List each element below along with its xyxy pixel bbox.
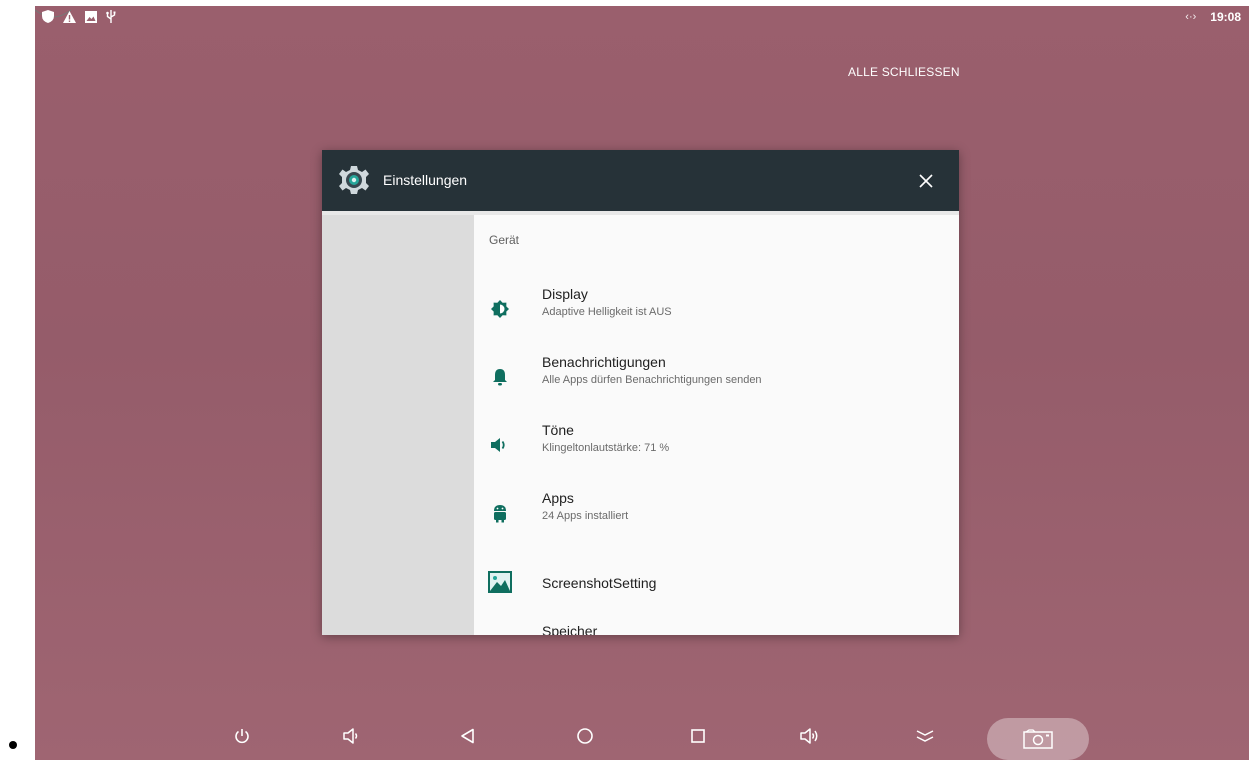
- android-icon: [488, 501, 512, 525]
- setting-item-apps[interactable]: Apps 24 Apps installiert: [474, 481, 959, 545]
- back-icon: [461, 728, 474, 744]
- collapse-button[interactable]: [911, 722, 939, 750]
- close-icon: [919, 174, 933, 188]
- card-header: Einstellungen: [322, 150, 959, 211]
- data-activity-icon: ‹·›: [1185, 11, 1197, 23]
- volume-down-icon: [343, 728, 358, 744]
- setting-title: Töne: [542, 422, 574, 438]
- home-button[interactable]: [571, 722, 599, 750]
- clear-all-button[interactable]: ALLE SCHLIESSEN: [848, 65, 960, 79]
- usb-icon: [106, 10, 116, 23]
- volume-down-button[interactable]: [338, 722, 366, 750]
- bell-icon: [488, 365, 512, 389]
- status-system-area: ‹·› 19:08: [1185, 10, 1241, 24]
- status-notification-icons: [42, 10, 116, 23]
- home-icon: [577, 728, 593, 744]
- screenshot-button[interactable]: [987, 718, 1089, 760]
- close-card-button[interactable]: [912, 167, 940, 195]
- setting-item-notifications[interactable]: Benachrichtigungen Alle Apps dürfen Bena…: [474, 345, 959, 409]
- power-button[interactable]: [228, 722, 256, 750]
- setting-item-display[interactable]: Display Adaptive Helligkeit ist AUS: [474, 277, 959, 341]
- settings-list-pane[interactable]: Gerät Display Adaptive Helligkeit ist AU…: [474, 215, 959, 635]
- setting-item-screenshot[interactable]: ScreenshotSetting: [474, 549, 959, 613]
- brightness-icon: [488, 297, 512, 321]
- android-screen: ‹·› 19:08 ALLE SCHLIESSEN Einstellungen: [35, 6, 1249, 760]
- clock: 19:08: [1210, 10, 1241, 24]
- warning-icon: [63, 10, 76, 23]
- settings-sidebar-pane: [322, 215, 474, 635]
- list-bullet: [9, 741, 17, 749]
- storage-icon: [488, 632, 512, 635]
- collapse-icon: [916, 730, 934, 742]
- recents-icon: [691, 729, 705, 743]
- volume-up-icon: [800, 728, 818, 744]
- status-bar: ‹·› 19:08: [35, 6, 1249, 30]
- volume-icon: [488, 433, 512, 457]
- settings-gear-icon: [339, 166, 369, 194]
- section-header-device: Gerät: [489, 233, 520, 247]
- navigation-bar: [35, 708, 1249, 760]
- setting-summary: Adaptive Helligkeit ist AUS: [542, 306, 672, 318]
- shield-icon: [42, 10, 54, 23]
- image-icon: [85, 10, 97, 23]
- card-app-title: Einstellungen: [383, 172, 468, 188]
- screenshot-camera-icon: [1023, 729, 1053, 749]
- power-icon: [235, 729, 249, 744]
- setting-title: Benachrichtigungen: [542, 354, 666, 370]
- back-button[interactable]: [454, 722, 482, 750]
- screenshot-icon: [488, 570, 512, 594]
- setting-summary: Klingeltonlautstärke: 71 %: [542, 442, 670, 454]
- recents-button[interactable]: [684, 722, 712, 750]
- setting-title: Apps: [542, 490, 574, 506]
- setting-item-sounds[interactable]: Töne Klingeltonlautstärke: 71 %: [474, 413, 959, 477]
- setting-title: Speicher: [542, 623, 598, 635]
- setting-item-storage[interactable]: Speicher: [474, 617, 959, 635]
- volume-up-button[interactable]: [797, 722, 825, 750]
- setting-summary: 24 Apps installiert: [542, 510, 629, 522]
- setting-summary: Alle Apps dürfen Benachrichtigungen send…: [542, 374, 762, 386]
- setting-title: ScreenshotSetting: [542, 575, 657, 591]
- recent-app-card-settings[interactable]: Einstellungen Gerät Display Adaptive Hel…: [322, 150, 959, 635]
- setting-title: Display: [542, 286, 588, 302]
